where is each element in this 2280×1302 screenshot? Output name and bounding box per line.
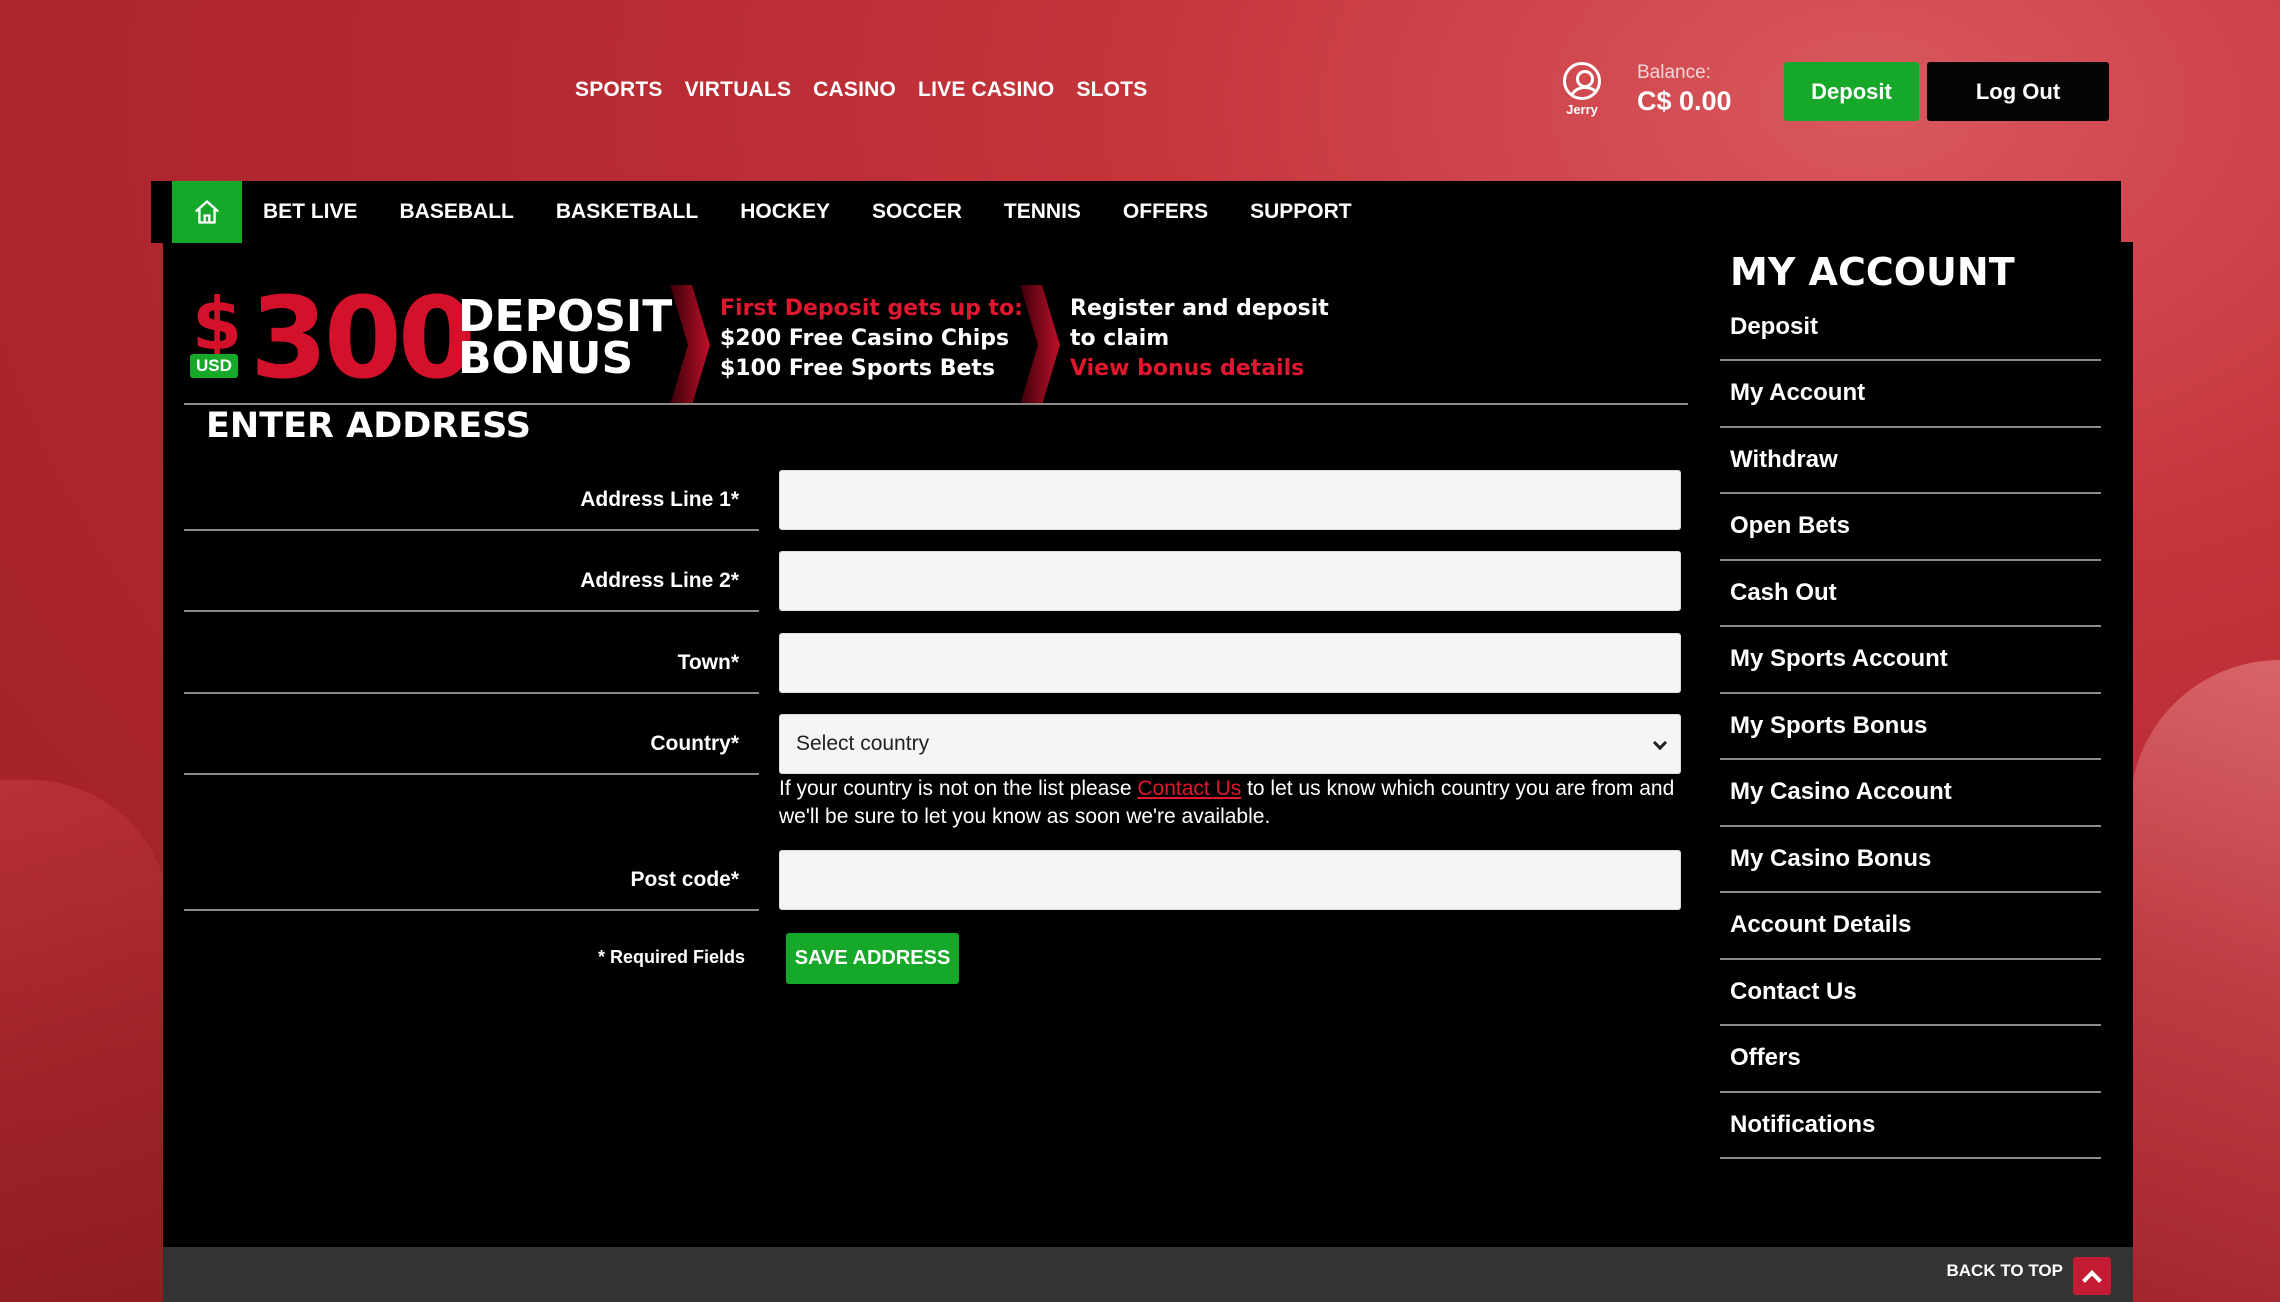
- banner-claim-line1: Register and deposit: [1070, 296, 1329, 321]
- sub-nav-tennis[interactable]: TENNIS: [1004, 200, 1081, 224]
- account-menu: Deposit My Account Withdraw Open Bets Ca…: [1720, 295, 2101, 1159]
- user-profile[interactable]: Jerry: [1560, 62, 1604, 117]
- account-item-my-sports-bonus[interactable]: My Sports Bonus: [1720, 694, 2101, 760]
- postcode-input[interactable]: [779, 850, 1681, 910]
- logout-button[interactable]: Log Out: [1927, 62, 2109, 121]
- back-to-top-button[interactable]: [2073, 1257, 2111, 1295]
- account-item-notifications[interactable]: Notifications: [1720, 1093, 2101, 1159]
- banner-divider: [184, 403, 1688, 405]
- sub-nav-support[interactable]: SUPPORT: [1250, 200, 1352, 224]
- top-nav-casino[interactable]: CASINO: [813, 78, 896, 102]
- banner-chevron-icon: [670, 285, 710, 405]
- banner-currency-badge: USD: [190, 354, 238, 378]
- account-item-my-casino-account[interactable]: My Casino Account: [1720, 760, 2101, 827]
- home-button[interactable]: [172, 181, 242, 243]
- chevron-up-icon: [2082, 1270, 2102, 1290]
- background-figure-left: [0, 780, 170, 1302]
- top-nav-slots[interactable]: SLOTS: [1076, 78, 1147, 102]
- account-item-account-details[interactable]: Account Details: [1720, 893, 2101, 960]
- balance-label: Balance:: [1637, 62, 1711, 83]
- user-name: Jerry: [1566, 102, 1598, 117]
- banner-offer-sports: $100 Free Sports Bets: [720, 356, 995, 381]
- town-input[interactable]: [779, 633, 1681, 693]
- view-bonus-details-link[interactable]: View bonus details: [1070, 354, 1329, 384]
- sub-nav-hockey[interactable]: HOCKEY: [740, 200, 830, 224]
- deposit-bonus-banner[interactable]: $ USD 300 DEPOSIT BONUS First Deposit ge…: [190, 274, 1690, 405]
- home-icon: [195, 200, 219, 224]
- country-note-text: If your country is not on the list pleas…: [779, 777, 1138, 800]
- sub-nav-offers[interactable]: OFFERS: [1123, 200, 1208, 224]
- banner-claim-line2: to claim: [1070, 326, 1170, 351]
- user-icon: [1563, 62, 1601, 100]
- banner-offer-heading: First Deposit gets up to:: [720, 296, 1023, 321]
- back-to-top-label[interactable]: BACK TO TOP: [1947, 1261, 2064, 1281]
- banner-title: DEPOSIT BONUS: [458, 291, 673, 384]
- banner-chevron-icon: [1020, 285, 1060, 405]
- contact-us-link[interactable]: Contact Us: [1137, 777, 1241, 800]
- account-item-open-bets[interactable]: Open Bets: [1720, 494, 2101, 561]
- account-item-my-casino-bonus[interactable]: My Casino Bonus: [1720, 827, 2101, 893]
- account-item-deposit[interactable]: Deposit: [1720, 295, 2101, 361]
- top-nav-live-casino[interactable]: LIVE CASINO: [918, 78, 1054, 102]
- balance-value: C$ 0.00: [1637, 86, 1732, 116]
- top-nav-sports[interactable]: SPORTS: [575, 78, 663, 102]
- sub-nav-baseball[interactable]: BASEBALL: [400, 200, 514, 224]
- country-label: Country*: [184, 714, 759, 775]
- balance: Balance: C$ 0.00: [1637, 62, 1732, 117]
- account-item-contact-us[interactable]: Contact Us: [1720, 960, 2101, 1026]
- address-line2-label: Address Line 2*: [184, 551, 759, 612]
- banner-title-line1: DEPOSIT: [458, 291, 673, 342]
- background-figure-right: [2130, 660, 2280, 1302]
- account-item-offers[interactable]: Offers: [1720, 1026, 2101, 1093]
- banner-offer-casino: $200 Free Casino Chips: [720, 326, 1010, 351]
- address-line1-input[interactable]: [779, 470, 1681, 530]
- banner-claim: Register and deposit to claim View bonus…: [1070, 294, 1329, 384]
- country-note: If your country is not on the list pleas…: [779, 775, 1689, 831]
- banner-title-line2: BONUS: [458, 333, 634, 384]
- address-line2-input[interactable]: [779, 551, 1681, 611]
- postcode-label: Post code*: [184, 850, 759, 911]
- banner-amount: 300: [250, 274, 476, 404]
- country-select[interactable]: Select country: [779, 714, 1681, 774]
- deposit-button[interactable]: Deposit: [1784, 62, 1919, 121]
- sub-nav: BET LIVE BASEBALL BASKETBALL HOCKEY SOCC…: [151, 181, 2121, 243]
- sub-nav-basketball[interactable]: BASKETBALL: [556, 200, 698, 224]
- sub-nav-soccer[interactable]: SOCCER: [872, 200, 962, 224]
- sub-nav-bet-live[interactable]: BET LIVE: [263, 200, 358, 224]
- country-select-value: Select country: [779, 714, 1681, 774]
- account-item-my-sports-account[interactable]: My Sports Account: [1720, 627, 2101, 694]
- required-fields-note: * Required Fields: [597, 947, 745, 967]
- account-item-cash-out[interactable]: Cash Out: [1720, 561, 2101, 627]
- account-title: MY ACCOUNT: [1730, 250, 2015, 294]
- top-nav: SPORTS VIRTUALS CASINO LIVE CASINO SLOTS: [575, 78, 1147, 102]
- footer-strip: BACK TO TOP: [163, 1247, 2133, 1302]
- account-item-withdraw[interactable]: Withdraw: [1720, 428, 2101, 494]
- account-item-my-account[interactable]: My Account: [1720, 361, 2101, 428]
- save-address-button[interactable]: SAVE ADDRESS: [786, 933, 959, 984]
- page-title: ENTER ADDRESS: [206, 406, 532, 446]
- town-label: Town*: [184, 633, 759, 694]
- top-nav-virtuals[interactable]: VIRTUALS: [685, 78, 792, 102]
- address-line1-label: Address Line 1*: [184, 470, 759, 531]
- banner-offer-details: First Deposit gets up to: $200 Free Casi…: [720, 294, 1023, 384]
